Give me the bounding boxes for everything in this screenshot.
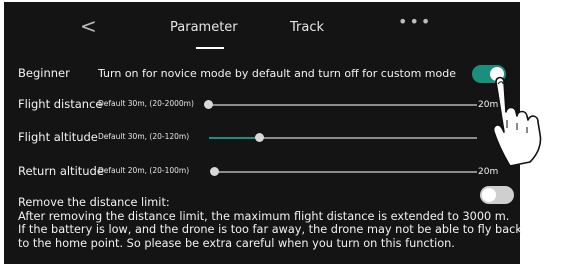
distance-limit-text-line: If the battery is low, and the drone is … — [18, 223, 522, 237]
distance-limit-text-line: to the home point. So please be extra ca… — [18, 236, 455, 250]
flight-altitude-fill — [209, 137, 259, 139]
distance-limit-text-line: After removing the distance limit, the m… — [18, 209, 510, 223]
tab-track[interactable]: Track — [290, 20, 324, 36]
beginner-label: Beginner — [18, 66, 70, 80]
return-altitude-thumb[interactable] — [210, 167, 219, 176]
beginner-description: Turn on for novice mode by default and t… — [98, 67, 456, 80]
more-icon[interactable]: ••• — [398, 14, 432, 30]
back-chevron-icon[interactable]: < — [80, 16, 97, 36]
flight-distance-default: Default 30m, (20-2000m) — [98, 99, 194, 108]
flight-altitude-thumb[interactable] — [255, 133, 264, 142]
top-bar: < Parameter Track ••• — [4, 2, 520, 52]
flight-altitude-default: Default 30m, (20-120m) — [98, 132, 190, 141]
distance-limit-block: Remove the distance limit: After removin… — [18, 196, 522, 250]
active-tab-indicator — [196, 47, 224, 49]
return-altitude-track[interactable] — [215, 171, 477, 173]
flight-distance-thumb[interactable] — [204, 100, 213, 109]
pointing-hand-icon — [492, 76, 542, 167]
settings-panel: < Parameter Track ••• Beginner Turn on f… — [4, 2, 522, 264]
flight-distance-label: Flight distance — [18, 97, 103, 111]
flight-altitude-label: Flight altitude — [18, 130, 98, 144]
distance-limit-label: Remove the distance limit: — [18, 196, 170, 209]
return-altitude-default: Default 20m, (20-100m) — [98, 166, 190, 175]
tab-parameter[interactable]: Parameter — [170, 20, 238, 36]
flight-distance-track[interactable] — [209, 104, 477, 106]
return-altitude-label: Return altitude — [18, 164, 104, 178]
